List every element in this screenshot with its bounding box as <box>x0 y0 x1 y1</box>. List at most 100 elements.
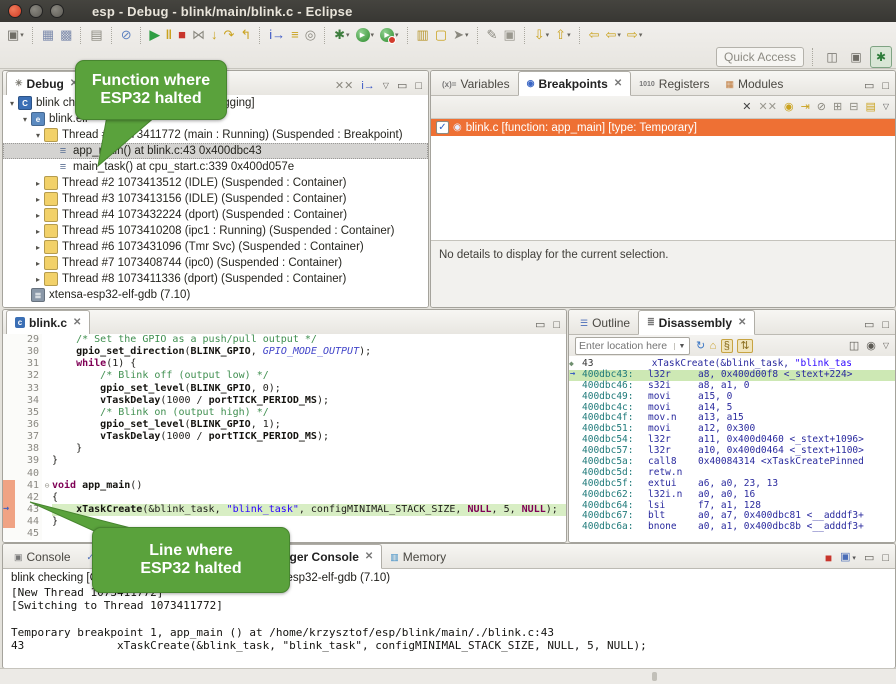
maximize-view-icon[interactable]: □ <box>553 319 560 331</box>
terminate-icon[interactable]: ■ <box>825 552 832 564</box>
tab-variables[interactable]: (x)= Variables <box>434 73 518 95</box>
chevron-down-icon[interactable]: ▾ <box>617 31 621 39</box>
editor-line[interactable]: 39} <box>3 455 566 467</box>
collapse-all-icon[interactable]: ⊟ <box>849 101 858 113</box>
editor-line[interactable]: 34 vTaskDelay(1000 / portTICK_PERIOD_MS)… <box>3 395 566 407</box>
breakpoint-checkbox[interactable]: ✓ <box>436 121 449 134</box>
view-menu-icon[interactable]: ▽ <box>383 80 389 92</box>
maximize-view-icon[interactable]: □ <box>882 319 889 331</box>
goto-file-icon[interactable]: ⇥ <box>801 101 810 113</box>
chevron-down-icon[interactable]: ▾ <box>346 31 350 39</box>
tab-memory[interactable]: ▥ Memory <box>382 546 454 568</box>
chevron-down-icon[interactable]: ▾ <box>371 31 375 39</box>
sash-handle[interactable] <box>652 672 657 681</box>
group-by-icon[interactable]: ▤ <box>865 101 875 113</box>
open-perspective-icon[interactable]: ◫ <box>822 47 842 67</box>
view-menu-icon[interactable]: ▽ <box>883 340 889 352</box>
tree-expand-icon[interactable]: ▸ <box>33 211 43 220</box>
launch-history-icon[interactable]: ➤▾ <box>451 25 470 45</box>
editor-line[interactable]: 30 gpio_set_direction(BLINK_GPIO, GPIO_M… <box>3 346 566 358</box>
editor-line[interactable]: 32 /* Blink off (output low) */ <box>3 370 566 382</box>
profile-icon[interactable]: ▶▾ <box>378 25 401 45</box>
close-icon[interactable]: ✕ <box>614 78 622 89</box>
minimize-view-icon[interactable]: ▭ <box>397 80 407 92</box>
forward-icon[interactable]: ⇨▾ <box>625 25 644 45</box>
disassembly-line[interactable]: 400dbc62:l32i.na0, a0, 16 <box>569 490 895 501</box>
use-step-filters-icon[interactable]: ≡ <box>289 25 301 45</box>
chevron-down-icon[interactable]: ▾ <box>567 31 571 39</box>
disassembly-listing[interactable]: ◆43 xTaskCreate(&blink_task, "blink_tas→… <box>569 356 895 542</box>
breakpoint-row[interactable]: ✓ ◉ blink.c [function: app_main] [type: … <box>431 119 895 136</box>
editor-line[interactable]: 40 <box>3 468 566 480</box>
debug-tree-row[interactable]: ▸Thread #5 1073410208 (ipc1 : Running) (… <box>3 223 428 239</box>
editor-line[interactable]: 36 gpio_set_level(BLINK_GPIO, 1); <box>3 419 566 431</box>
minimize-view-icon[interactable]: ▭ <box>864 319 874 331</box>
debug-tree-row[interactable]: ≣xtensa-esp32-elf-gdb (7.10) <box>3 287 428 303</box>
tree-expand-icon[interactable]: ▸ <box>33 243 43 252</box>
run-icon[interactable]: ▶▾ <box>354 25 377 45</box>
view-menu-icon[interactable]: ▽ <box>883 101 889 113</box>
tree-expand-icon[interactable]: ▸ <box>33 259 43 268</box>
search-icon[interactable]: ✎ <box>485 25 500 45</box>
instruction-stepping-icon[interactable]: i→ <box>267 25 287 45</box>
cpp-perspective-icon[interactable]: ▣ <box>846 47 866 67</box>
maximize-view-icon[interactable]: □ <box>415 80 422 92</box>
minimize-view-icon[interactable]: ▭ <box>535 319 545 331</box>
location-input[interactable] <box>576 340 674 352</box>
minimize-view-icon[interactable]: ▭ <box>864 552 874 564</box>
close-icon[interactable]: ✕ <box>365 551 373 562</box>
remove-all-icon[interactable]: ✕✕ <box>759 101 777 113</box>
trace-control-icon[interactable]: ◎ <box>303 25 318 45</box>
display-console-icon[interactable]: ▣ ▾ <box>840 551 856 565</box>
tree-expand-icon[interactable]: ▸ <box>33 275 43 284</box>
close-icon[interactable]: ✕ <box>738 317 746 328</box>
maximize-view-icon[interactable]: □ <box>882 80 889 92</box>
chevron-down-icon[interactable]: ▾ <box>546 31 550 39</box>
chevron-down-icon[interactable]: ▼ <box>674 343 689 350</box>
next-annotation-icon[interactable]: ⇩▾ <box>532 25 551 45</box>
maximize-view-icon[interactable]: □ <box>882 552 889 564</box>
minimize-view-icon[interactable]: ▭ <box>864 80 874 92</box>
coverage-icon[interactable]: ▥ <box>415 25 431 45</box>
pin-icon[interactable]: ◉ <box>866 340 876 352</box>
new-view-icon[interactable]: ◫ <box>849 340 859 352</box>
chevron-down-icon[interactable]: ▾ <box>639 31 643 39</box>
debug-tree-row[interactable]: ▸Thread #4 1073432224 (dport) (Suspended… <box>3 207 428 223</box>
module-icon[interactable]: ▣ <box>501 25 517 45</box>
tab-breakpoints[interactable]: ◉ Breakpoints ✕ <box>518 71 632 96</box>
close-icon[interactable]: ✕ <box>73 317 81 328</box>
back-icon[interactable]: ⇦▾ <box>604 25 623 45</box>
show-source-icon[interactable]: § <box>721 339 733 353</box>
tab-modules[interactable]: ▦ Modules <box>717 73 791 95</box>
editor-line[interactable]: 37 vTaskDelay(1000 / portTICK_PERIOD_MS)… <box>3 431 566 443</box>
show-supported-icon[interactable]: ◉ <box>784 101 794 113</box>
debug-tree-row[interactable]: ▸Thread #6 1073431096 (Tmr Svc) (Suspend… <box>3 239 428 255</box>
quick-access-button[interactable]: Quick Access <box>716 47 804 67</box>
remove-icon[interactable]: ✕ <box>742 101 751 113</box>
disassembly-line[interactable]: 400dbc49:movia15, 0 <box>569 392 895 403</box>
location-combo[interactable]: ▼ <box>575 337 690 355</box>
debug-perspective-icon[interactable]: ✱ <box>870 46 892 68</box>
skip-all-icon[interactable]: ⊘ <box>817 101 826 113</box>
tree-expand-icon[interactable]: ▸ <box>33 227 43 236</box>
editor-line[interactable]: 33 gpio_set_level(BLINK_GPIO, 0); <box>3 383 566 395</box>
last-edit-icon[interactable]: ⇦ <box>587 25 602 45</box>
editor-line[interactable]: 31 while(1) { <box>3 358 566 370</box>
tab-registers[interactable]: 1010 Registers <box>631 73 717 95</box>
debug-tree-row[interactable]: ▸Thread #8 1073411336 (dport) (Suspended… <box>3 271 428 287</box>
prev-annotation-icon[interactable]: ⇧▾ <box>553 25 572 45</box>
instruction-stepping-mode-icon[interactable]: i→ <box>361 80 374 92</box>
editor-line[interactable]: 29 /* Set the GPIO as a push/pull output… <box>3 334 566 346</box>
debug-tree-row[interactable]: ▸Thread #7 1073408744 (ipc0) (Suspended … <box>3 255 428 271</box>
tab-disassembly[interactable]: ≣ Disassembly ✕ <box>638 310 755 335</box>
debug-icon[interactable]: ✱▾ <box>332 25 351 45</box>
chevron-down-icon[interactable]: ▾ <box>465 31 469 39</box>
refresh-icon[interactable]: ↻ <box>696 340 705 352</box>
remove-all-terminated-icon[interactable]: ✕✕ <box>335 80 353 92</box>
open-folder-icon[interactable]: ▢ <box>433 25 449 45</box>
editor-line[interactable]: 38 } <box>3 443 566 455</box>
editor-line[interactable]: 35 /* Blink on (output high) */ <box>3 407 566 419</box>
tab-outline[interactable]: ☰ Outline <box>572 312 638 334</box>
sync-selection-icon[interactable]: ⇅ <box>737 339 752 353</box>
expand-all-icon[interactable]: ⊞ <box>833 101 842 113</box>
